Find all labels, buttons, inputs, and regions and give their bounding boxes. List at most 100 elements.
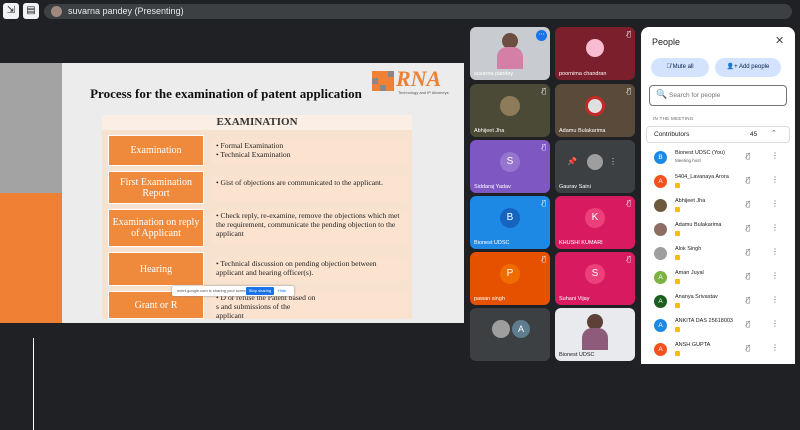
participant-name: ANKITA DAS 25618003	[675, 318, 733, 324]
participant-avatar: A	[654, 319, 667, 332]
participant-name: Adamu Bulakarima	[675, 222, 722, 228]
participant-name: Bionest UDSC (You)	[675, 150, 725, 156]
tile-name: Adamu Bulakarima	[559, 128, 606, 134]
share-notice-text: meet.google.com is sharing your screen.	[177, 288, 250, 293]
participant-name: Abhijeet Jha	[675, 198, 706, 204]
chevron-up-icon: ⌃	[771, 129, 777, 137]
participant-row[interactable]: A 5404_Lavanaya Arora 🎙̸ ⋮	[651, 172, 789, 194]
participant-row[interactable]: A Ananya Srivastav 🎙̸ ⋮	[651, 292, 789, 314]
more-options-icon[interactable]: ⋮	[771, 175, 779, 184]
pin-icon[interactable]: 📌	[567, 157, 577, 166]
participant-tile[interactable]: 🎙̸ poornima chandran	[555, 27, 635, 80]
mic-off-icon[interactable]: 🎙̸	[746, 272, 750, 280]
mic-off-icon[interactable]: 🎙̸	[746, 320, 750, 328]
mic-off-icon[interactable]: 🎙̸	[746, 224, 750, 232]
participant-row[interactable]: Abhijeet Jha 🎙̸ ⋮	[651, 196, 789, 218]
screen-share-notification: meet.google.com is sharing your screen. …	[172, 286, 294, 296]
pin-icon[interactable]: ⇲	[3, 3, 19, 19]
stop-sharing-button[interactable]: Stop sharing	[246, 287, 274, 295]
more-options-icon[interactable]: ⋮	[771, 151, 779, 160]
more-options-icon[interactable]: ⋮	[771, 223, 779, 232]
mic-off-icon[interactable]: 🎙̸	[746, 200, 750, 208]
mic-off-icon[interactable]: 🎙̸	[746, 344, 750, 352]
search-box[interactable]: 🔍	[649, 85, 787, 106]
mic-off-icon[interactable]: 🎙̸	[746, 248, 750, 256]
panel-title: People	[652, 37, 681, 47]
more-options-icon[interactable]: ⋮	[609, 157, 617, 166]
search-input[interactable]	[669, 88, 779, 103]
step-label: Examination on reply of Applicant	[108, 209, 204, 247]
participant-name: ANSH GUPTA	[675, 342, 711, 348]
mic-off-icon[interactable]: 🎙̸	[746, 152, 750, 160]
participant-tile[interactable]: 🎙̸ Abhijeet Jha	[470, 84, 550, 137]
mic-off-icon[interactable]: 🎙̸	[746, 296, 750, 304]
participant-avatar	[654, 247, 667, 260]
mute-all-button[interactable]: 🎙̸ Mute all	[651, 58, 709, 77]
participant-tile[interactable]: 📌 ⋮ Gaurav Saini	[555, 140, 635, 193]
participant-row[interactable]: A ANSH GUPTA 🎙̸ ⋮	[651, 340, 789, 362]
participant-row[interactable]: Adamu Bulakarima 🎙̸ ⋮	[651, 220, 789, 242]
tile-name: suvarna pandey	[474, 71, 514, 77]
participant-row[interactable]: A ANKITA DAS 25618003 🎙̸ ⋮	[651, 316, 789, 338]
section-label: IN THE MEETING	[653, 116, 694, 121]
more-options-icon[interactable]: ⋮	[771, 295, 779, 304]
mic-off-icon: 🎙̸	[626, 30, 631, 38]
participant-avatar	[654, 223, 667, 236]
more-options-icon[interactable]: ⋮	[771, 247, 779, 256]
presenter-avatar	[51, 6, 62, 17]
close-icon[interactable]: ✕	[775, 34, 784, 47]
participant-body	[497, 47, 523, 69]
participant-tile[interactable]: P 🎙̸ pawan singh	[470, 252, 550, 305]
badge-icon	[675, 255, 680, 260]
participant-row[interactable]: Alok Singh 🎙̸ ⋮	[651, 244, 789, 266]
participant-tile[interactable]: B 🎙̸ Bionest UDSC	[470, 196, 550, 249]
add-people-label: Add people	[738, 64, 770, 70]
badge-icon	[675, 207, 680, 212]
presentation-slide: Process for the examination of patent ap…	[0, 63, 464, 430]
layout-icon[interactable]: ▤	[23, 3, 39, 19]
participant-avatar: S	[585, 264, 605, 284]
logo-subtitle: Technology and IP Attorneys	[398, 90, 449, 95]
participant-row[interactable]: B Bionest UDSC (You) Meeting host 🎙̸ ⋮	[651, 148, 789, 170]
tile-name: Abhijeet Jha	[474, 128, 505, 134]
more-options-icon[interactable]: ⋮	[771, 319, 779, 328]
step-description: • Technical discussion on pending object…	[212, 257, 408, 281]
hide-button[interactable]: Hide	[278, 288, 286, 293]
participant-avatar	[500, 96, 520, 116]
more-options-icon[interactable]: ⋮	[771, 271, 779, 280]
participant-avatar: B	[500, 208, 520, 228]
participant-tile[interactable]: K 🎙̸ KHUSHI KUMARI	[555, 196, 635, 249]
slide-orange-block	[0, 193, 62, 430]
top-bar: ⇲ ▤ suvarna pandey (Presenting)	[0, 0, 800, 22]
contributors-label: Contributors	[654, 131, 690, 138]
step-label: First Examination Report	[108, 171, 204, 204]
participant-avatar: S	[500, 152, 520, 172]
more-options-icon[interactable]: ⋮	[771, 199, 779, 208]
tile-name: Siddaraj Yadav	[474, 184, 511, 190]
step-description: • Gist of objections are communicated to…	[212, 176, 408, 202]
step-description: • Check reply, re-examine, remove the ob…	[212, 209, 408, 245]
participant-name: Alok Singh	[675, 246, 702, 252]
tile-name: Bionest UDSC	[559, 352, 595, 358]
participant-name: Aman Juyal	[675, 270, 704, 276]
participant-tile[interactable]: Bionest UDSC	[555, 308, 635, 361]
participant-avatar: A	[654, 175, 667, 188]
mic-off-icon: 🎙̸	[541, 143, 546, 151]
participant-name: 5404_Lavanaya Arora	[675, 174, 729, 180]
participant-tile[interactable]: ⋯ suvarna pandey	[470, 27, 550, 80]
participant-tile[interactable]: S 🎙̸ Siddaraj Yadav	[470, 140, 550, 193]
participant-tile[interactable]: S 🎙̸ Suhani Vijay	[555, 252, 635, 305]
add-person-icon: 👤+	[726, 64, 738, 70]
mic-off-icon[interactable]: 🎙̸	[746, 176, 750, 184]
more-options-icon[interactable]: ⋮	[771, 343, 779, 352]
participant-avatar	[654, 199, 667, 212]
participant-tile[interactable]: 🎙̸ Adamu Bulakarima	[555, 84, 635, 137]
tile-name: pawan singh	[474, 296, 505, 302]
add-people-button[interactable]: 👤+ Add people	[715, 58, 781, 77]
participant-role: Meeting host	[675, 158, 701, 163]
participant-tile[interactable]: A	[470, 308, 550, 361]
more-options-icon[interactable]: ⋯	[536, 30, 547, 41]
participant-row[interactable]: A Aman Juyal 🎙̸ ⋮	[651, 268, 789, 290]
contributors-section[interactable]: Contributors 45 ⌃	[646, 126, 790, 143]
badge-icon	[675, 327, 680, 332]
